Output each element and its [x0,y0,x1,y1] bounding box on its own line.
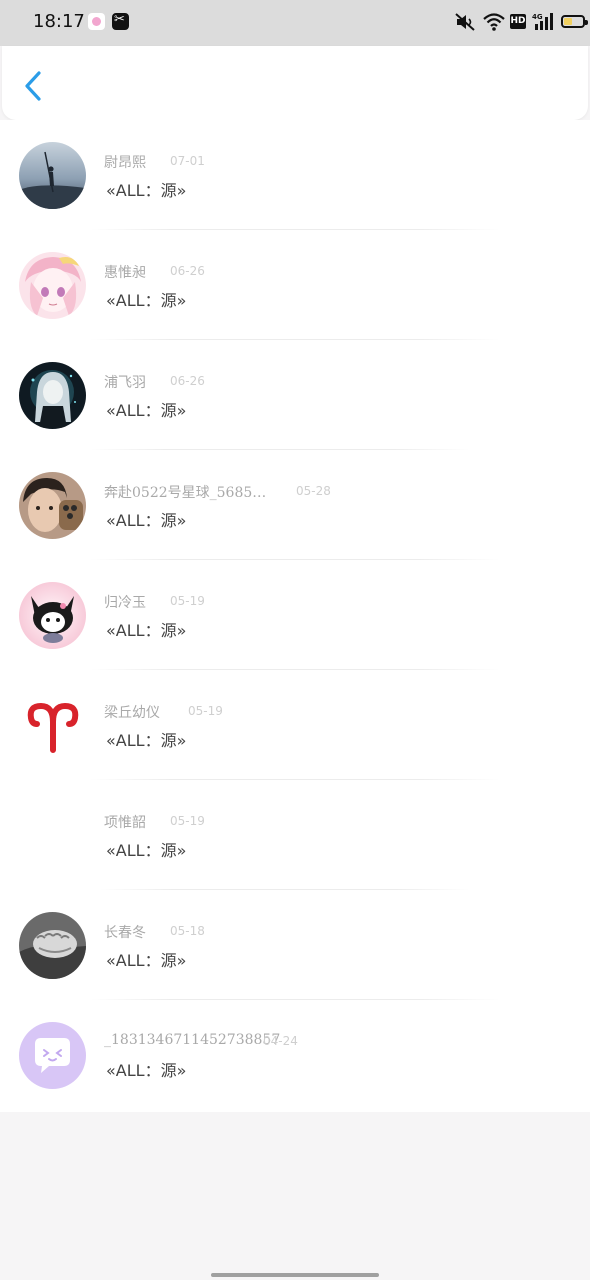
home-indicator[interactable] [211,1273,379,1277]
sender-name: 归冷玉 [104,595,146,611]
sender-name: 梁丘幼仪 [104,705,160,721]
message-date: 06-26 [170,374,205,388]
list-item[interactable]: 浦飞羽 06-26 «ALL：源» [0,340,590,450]
message-preview: «ALL：源» [106,841,187,860]
avatar[interactable] [19,912,86,979]
status-bar: 18:17 HD 4G [0,0,590,46]
message-date: 04-24 [263,1034,298,1048]
status-time: 18:17 [33,11,85,32]
sender-name: 浦飞羽 [104,375,146,391]
message-date: 05-19 [170,594,205,608]
sender-name: 奔赴0522号星球_5685… [104,485,267,501]
message-date: 05-18 [170,924,205,938]
avatar[interactable] [19,582,86,649]
sender-name: 尉昂熙 [104,155,146,171]
signal-icon: 4G [532,13,553,30]
message-date: 05-28 [296,484,331,498]
capcut-notification-icon [112,12,129,30]
battery-icon [561,15,588,28]
app-header [2,46,588,120]
list-item[interactable]: 尉昂熙 07-01 «ALL：源» [0,120,590,230]
message-date: 07-01 [170,154,205,168]
message-date: 06-26 [170,264,205,278]
sender-name: 长春冬 [104,925,146,941]
sender-name: _1831346711452738857 [104,1032,281,1048]
avatar[interactable] [19,252,86,319]
avatar[interactable] [19,802,86,869]
message-list: 尉昂熙 07-01 «ALL：源» 惠惟昶 06-26 «ALL：源» 浦飞羽 … [0,120,590,1112]
list-item[interactable]: 梁丘幼仪 05-19 «ALL：源» [0,670,590,780]
avatar[interactable] [19,1022,86,1089]
list-item[interactable]: 奔赴0522号星球_5685… 05-28 «ALL：源» [0,450,590,560]
list-item[interactable]: _1831346711452738857 04-24 «ALL：源» [0,1000,590,1110]
sender-name: 项惟韶 [104,815,146,831]
list-item[interactable]: 归冷玉 05-19 «ALL：源» [0,560,590,670]
mute-icon [455,13,475,31]
message-preview: «ALL：源» [106,511,187,530]
back-button[interactable] [20,70,48,102]
message-preview: «ALL：源» [106,401,187,420]
wifi-icon [483,13,505,31]
message-date: 05-19 [188,704,223,718]
list-item[interactable]: 项惟韶 05-19 «ALL：源» [0,780,590,890]
message-preview: «ALL：源» [106,621,187,640]
sender-name: 惠惟昶 [104,265,146,281]
chevron-left-icon [25,71,41,101]
avatar[interactable] [19,692,86,759]
message-preview: «ALL：源» [106,181,187,200]
avatar[interactable] [19,472,86,539]
message-date: 05-19 [170,814,205,828]
list-item[interactable]: 长春冬 05-18 «ALL：源» [0,890,590,1000]
message-preview: «ALL：源» [106,291,187,310]
list-item[interactable]: 惠惟昶 06-26 «ALL：源» [0,230,590,340]
message-preview: «ALL：源» [106,731,187,750]
avatar[interactable] [19,142,86,209]
hd-icon: HD [510,14,526,29]
app-notification-icon [88,13,105,30]
svg-text:4G: 4G [532,13,543,21]
message-preview: «ALL：源» [106,1061,187,1080]
avatar[interactable] [19,362,86,429]
message-preview: «ALL：源» [106,951,187,970]
